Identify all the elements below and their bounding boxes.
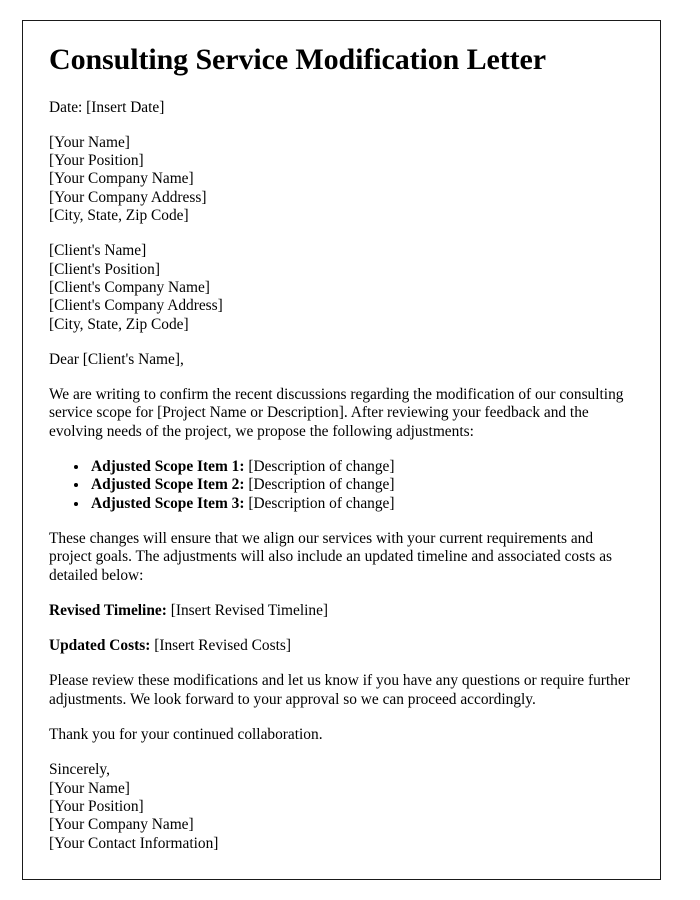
thanks-paragraph: Thank you for your continued collaborati… xyxy=(49,726,323,744)
sender-line: [Your Company Name] xyxy=(49,170,194,188)
revised-timeline-label: Revised Timeline: xyxy=(49,601,167,619)
updated-costs-value: [Insert Revised Costs] xyxy=(154,637,291,655)
scope-item-label: Adjusted Scope Item 3: xyxy=(91,494,245,512)
scope-items-list: Adjusted Scope Item 1: [Description of c… xyxy=(49,458,635,513)
closing-signature-block: Sincerely, [Your Name] [Your Position] [… xyxy=(49,761,635,852)
scope-item-value: [Description of change] xyxy=(248,458,395,476)
list-item: Adjusted Scope Item 1: [Description of c… xyxy=(89,458,635,476)
page-title: Consulting Service Modification Letter xyxy=(49,43,546,76)
recipient-line: [Client's Company Name] xyxy=(49,278,210,296)
recipient-address-block: [Client's Name] [Client's Position] [Cli… xyxy=(49,242,635,333)
revised-timeline-line: Revised Timeline: [Insert Revised Timeli… xyxy=(49,602,635,620)
closing-line: [Your Company Name] xyxy=(49,816,194,834)
closing-line: Sincerely, xyxy=(49,761,110,779)
sender-line: [Your Company Address] xyxy=(49,188,207,206)
updated-costs-line: Updated Costs: [Insert Revised Costs] xyxy=(49,637,635,655)
sender-line: [Your Name] xyxy=(49,133,130,151)
recipient-line: [Client's Company Address] xyxy=(49,297,223,315)
scope-item-value: [Description of change] xyxy=(248,476,395,494)
closing-line: [Your Name] xyxy=(49,779,130,797)
review-paragraph: Please review these modifications and le… xyxy=(49,672,630,708)
scope-item-label: Adjusted Scope Item 2: xyxy=(91,476,245,494)
letter-page: Consulting Service Modification Letter D… xyxy=(22,20,661,880)
list-item: Adjusted Scope Item 2: [Description of c… xyxy=(89,476,635,494)
sender-line: [City, State, Zip Code] xyxy=(49,207,189,225)
intro-paragraph: We are writing to confirm the recent dis… xyxy=(49,386,624,440)
recipient-line: [City, State, Zip Code] xyxy=(49,315,189,333)
recipient-line: [Client's Position] xyxy=(49,260,160,278)
sender-line: [Your Position] xyxy=(49,152,144,170)
date-line: Date: [Insert Date] xyxy=(49,98,165,116)
closing-line: [Your Position] xyxy=(49,797,144,815)
closing-line: [Your Contact Information] xyxy=(49,834,219,852)
scope-item-label: Adjusted Scope Item 1: xyxy=(91,458,245,476)
salutation: Dear [Client's Name], xyxy=(49,350,184,368)
scope-item-value: [Description of change] xyxy=(248,494,395,512)
revised-timeline-value: [Insert Revised Timeline] xyxy=(170,601,329,619)
sender-address-block: [Your Name] [Your Position] [Your Compan… xyxy=(49,134,635,225)
list-item: Adjusted Scope Item 3: [Description of c… xyxy=(89,495,635,513)
changes-paragraph: These changes will ensure that we align … xyxy=(49,529,613,584)
letter-body: Consulting Service Modification Letter D… xyxy=(49,43,635,870)
recipient-line: [Client's Name] xyxy=(49,242,147,260)
updated-costs-label: Updated Costs: xyxy=(49,637,151,655)
